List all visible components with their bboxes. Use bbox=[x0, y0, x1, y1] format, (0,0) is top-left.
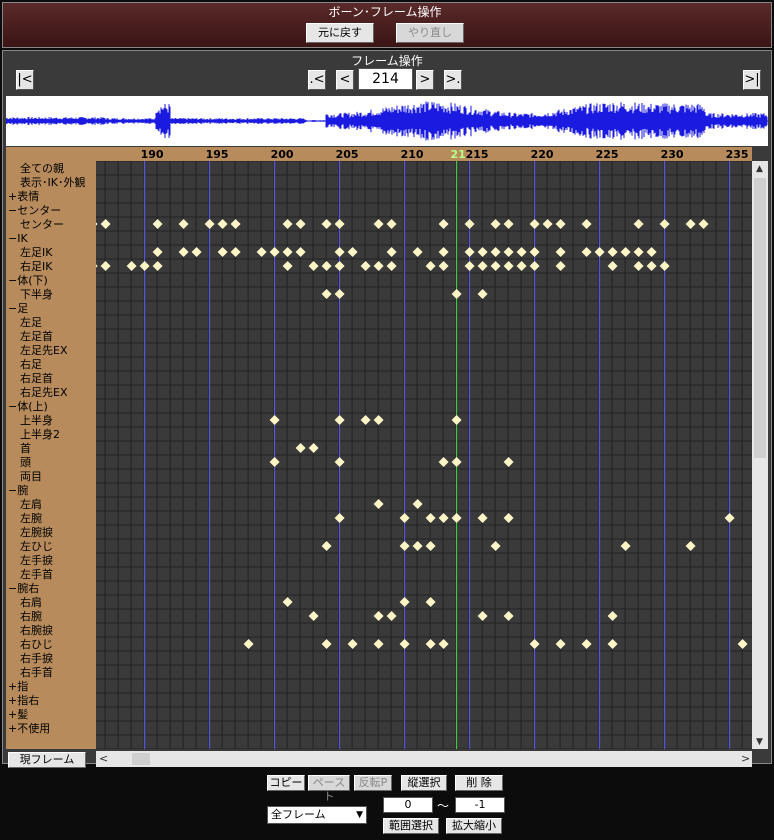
prev-frame-button[interactable]: < bbox=[336, 70, 354, 90]
current-frame-input[interactable]: 214 bbox=[358, 68, 413, 90]
next-frame-button[interactable]: > bbox=[416, 70, 434, 90]
frame-range-select-value: 全フレーム bbox=[271, 808, 326, 821]
next-key-button[interactable]: >. bbox=[444, 70, 462, 90]
ruler-tick-label: 205 bbox=[335, 148, 359, 161]
flip-paste-button[interactable]: 反転P bbox=[354, 775, 392, 791]
ruler-tick-label: 225 bbox=[595, 148, 619, 161]
bone-row-label[interactable]: +指右 bbox=[8, 694, 98, 707]
vertical-scroll-thumb[interactable] bbox=[754, 178, 766, 458]
current-frame-button[interactable]: 現フレーム bbox=[8, 752, 86, 768]
bone-row-label[interactable]: −腕右 bbox=[8, 582, 98, 595]
zoom-button[interactable]: 拡大縮小 bbox=[446, 818, 502, 834]
scroll-left-icon[interactable]: < bbox=[99, 752, 108, 765]
horizontal-scroll-thumb[interactable] bbox=[132, 753, 150, 765]
scroll-down-icon[interactable]: ▼ bbox=[756, 737, 763, 747]
range-separator: 〜 bbox=[437, 799, 450, 813]
range-select-button[interactable]: 範囲選択 bbox=[383, 818, 439, 834]
ruler-corner bbox=[6, 147, 96, 161]
range-to-input[interactable]: -1 bbox=[455, 797, 505, 813]
frame-panel-title: フレーム操作 bbox=[351, 54, 423, 68]
keyframe-grid[interactable] bbox=[96, 161, 752, 749]
bone-panel-title: ボーン･フレーム操作 bbox=[328, 5, 442, 19]
ruler-tick-label: 190 bbox=[140, 148, 164, 161]
bone-row-label[interactable]: −腕 bbox=[8, 484, 98, 497]
first-frame-button[interactable]: |< bbox=[16, 70, 34, 90]
redo-button[interactable]: やり直し bbox=[396, 23, 464, 43]
bone-row-label[interactable]: +指 bbox=[8, 680, 98, 693]
audio-waveform bbox=[5, 96, 768, 146]
bone-row-label[interactable]: +表情 bbox=[8, 190, 98, 203]
vertical-select-button[interactable]: 縦選択 bbox=[401, 775, 447, 791]
chevron-down-icon: ▼ bbox=[356, 810, 363, 820]
ruler-tick-label: 195 bbox=[205, 148, 229, 161]
waveform-graphic bbox=[5, 101, 768, 141]
scroll-right-icon[interactable]: > bbox=[741, 752, 750, 765]
bone-row-label[interactable]: +髪 bbox=[8, 708, 98, 721]
paste-button[interactable]: ペースト bbox=[308, 775, 350, 803]
ruler-tick-label: 210 bbox=[400, 148, 424, 161]
horizontal-scrollbar[interactable] bbox=[96, 751, 752, 767]
ruler-tick-label: 200 bbox=[270, 148, 294, 161]
copy-button[interactable]: コピー bbox=[267, 775, 305, 791]
bone-row-label[interactable]: −IK bbox=[8, 232, 98, 245]
bone-row-label[interactable]: −体(上) bbox=[8, 400, 98, 413]
delete-button[interactable]: 削 除 bbox=[455, 775, 503, 791]
bone-row-label[interactable]: −足 bbox=[8, 302, 98, 315]
ruler-tick-label: 235 bbox=[725, 148, 749, 161]
ruler-tick-label: 230 bbox=[660, 148, 684, 161]
bone-row-label[interactable]: −体(下) bbox=[8, 274, 98, 287]
last-frame-button[interactable]: >| bbox=[743, 70, 761, 90]
bone-row-label[interactable]: +不使用 bbox=[8, 722, 98, 735]
frame-range-select[interactable]: 全フレーム ▼ bbox=[267, 806, 367, 824]
ruler-tick-label: 220 bbox=[530, 148, 554, 161]
bone-row-label[interactable]: −センター bbox=[8, 204, 98, 217]
prev-key-button[interactable]: .< bbox=[308, 70, 326, 90]
undo-button[interactable]: 元に戻す bbox=[306, 23, 374, 43]
keyframe-grid-graphic[interactable] bbox=[96, 161, 752, 749]
current-frame-marker: 21 bbox=[450, 148, 466, 161]
range-from-input[interactable]: 0 bbox=[383, 797, 433, 813]
scroll-up-icon[interactable]: ▲ bbox=[756, 164, 763, 174]
